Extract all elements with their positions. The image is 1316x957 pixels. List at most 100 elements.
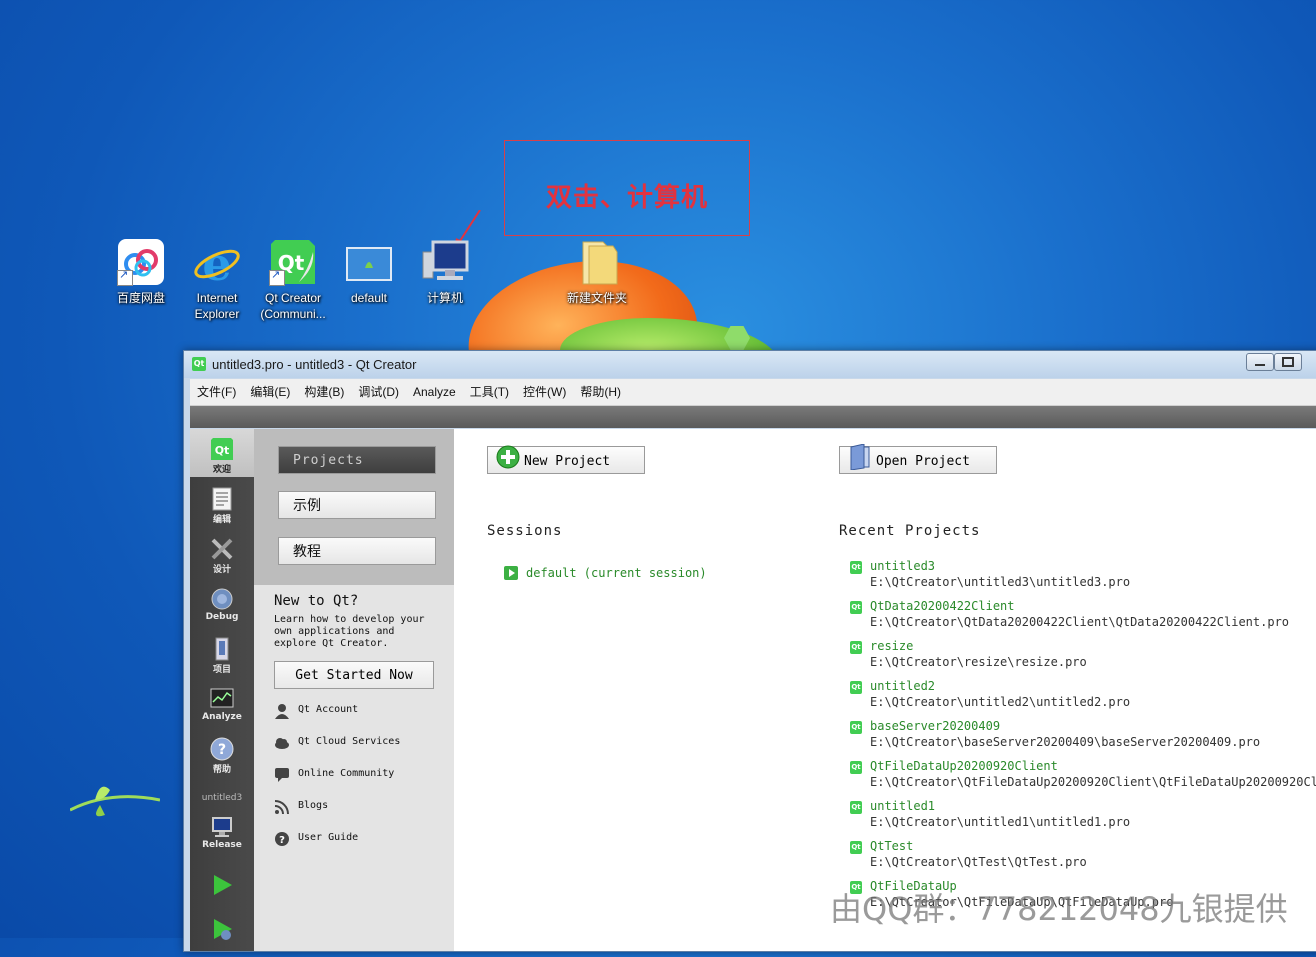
internet-explorer-icon: e xyxy=(193,237,241,291)
recent-project-path: E:\QtCreator\QtData20200422Client\QtData… xyxy=(870,615,1290,629)
tutorials-tab-button[interactable]: 教程 xyxy=(278,537,436,565)
maximize-button[interactable] xyxy=(1274,353,1302,371)
recent-projects-list: Qt untitled3 E:\QtCreator\untitled3\untitl… xyxy=(850,559,1316,919)
recent-project-path: E:\QtCreator\untitled1\untitled1.pro xyxy=(870,815,1131,829)
session-label: default (current session) xyxy=(526,566,707,580)
kit-selector[interactable]: Release xyxy=(190,807,254,855)
svg-text:?: ? xyxy=(279,835,285,846)
recent-project-item[interactable]: Qt resize E:\QtCreator\resize\resize.pro xyxy=(850,639,1316,679)
menu-help[interactable]: 帮助(H) xyxy=(573,379,628,405)
desktop-icon-new-folder[interactable]: 新建文件夹 xyxy=(560,238,634,306)
watermark-text: 由QQ群：778212048九银提供 xyxy=(830,890,1288,928)
debug-run-button[interactable] xyxy=(190,909,254,957)
menu-tools[interactable]: 工具(T) xyxy=(463,379,516,405)
new-to-qt-description: Learn how to develop your own applicatio… xyxy=(274,614,425,649)
image-file-icon xyxy=(345,238,393,286)
recent-project-name: QtFileDataUp20200920Client xyxy=(870,759,1058,773)
menu-debug[interactable]: 调试(D) xyxy=(351,379,406,405)
examples-tab-button[interactable]: 示例 xyxy=(278,491,436,519)
recent-project-item[interactable]: Qt untitled3 E:\QtCreator\untitled3\untitl… xyxy=(850,559,1316,599)
user-icon xyxy=(275,704,289,719)
annotation-text: 双击、计算机 xyxy=(545,183,708,213)
bug-icon xyxy=(210,587,234,611)
desktop-icon-computer[interactable]: 计算机 xyxy=(408,238,482,306)
link-label: Qt Cloud Services xyxy=(298,736,401,747)
recent-project-name: untitled3 xyxy=(870,559,936,573)
run-button[interactable] xyxy=(190,865,254,913)
desktop-icon-label: 百度网盘 xyxy=(116,291,165,305)
projects-tab-button[interactable]: Projects xyxy=(278,446,436,474)
window-title: untitled3.pro - untitled3 - Qt Creator xyxy=(212,357,417,372)
recent-project-name: resize xyxy=(870,639,914,653)
monitor-chart-icon xyxy=(210,687,234,711)
new-to-qt-title: New to Qt? xyxy=(274,593,359,609)
recent-project-name: untitled2 xyxy=(870,679,936,693)
mode-label: 编辑 xyxy=(212,515,231,525)
mode-help[interactable]: ? 帮助 xyxy=(190,729,254,777)
mode-label: 欢迎 xyxy=(212,465,231,475)
svg-text:?: ? xyxy=(218,742,226,758)
desktop-icon-label: 新建文件夹 xyxy=(566,291,627,305)
recent-project-path: E:\QtCreator\resize\resize.pro xyxy=(870,655,1087,669)
cloud-icon xyxy=(275,738,289,749)
desktop-icon-internet-explorer[interactable]: e Internet Explorer xyxy=(180,237,254,322)
menu-edit[interactable]: 编辑(E) xyxy=(243,379,297,405)
mode-projects[interactable]: 项目 xyxy=(190,629,254,677)
qt-project-icon: Qt xyxy=(850,681,862,694)
menu-build[interactable]: 构建(B) xyxy=(297,379,351,405)
recent-project-item[interactable]: Qt untitled1 E:\QtCreator\untitled1\untitl… xyxy=(850,799,1316,839)
recent-project-item[interactable]: Qt QtData20200422Client E:\QtCreator\QtDat… xyxy=(850,599,1316,639)
mode-design[interactable]: 设计 xyxy=(190,529,254,577)
rss-icon xyxy=(274,800,289,815)
open-folder-icon xyxy=(850,444,870,470)
link-label: Online Community xyxy=(298,768,395,779)
mode-label: 设计 xyxy=(212,565,231,575)
desktop-icon-label: default xyxy=(350,291,388,305)
recent-project-path: E:\QtCreator\QtFileDataUp20200920Client\… xyxy=(870,775,1316,789)
desktop-icon-default[interactable]: default xyxy=(332,238,406,306)
menu-analyze[interactable]: Analyze xyxy=(406,379,463,405)
toolbar xyxy=(190,406,1316,428)
sessions-title: Sessions xyxy=(487,523,563,539)
desktop-icon-qt-creator[interactable]: Qt Qt Creator (Communi... xyxy=(256,238,330,322)
run-icon xyxy=(210,873,234,897)
qt-project-icon: Qt xyxy=(850,801,862,814)
mode-label: Analyze xyxy=(202,712,242,722)
mode-welcome[interactable]: Qt 欢迎 xyxy=(190,429,254,477)
new-project-button[interactable]: New Project xyxy=(487,445,645,474)
recent-project-item[interactable]: Qt QtFileDataUp20200920Client E:\QtCreator… xyxy=(850,759,1316,799)
recent-project-item[interactable]: Qt untitled2 E:\QtCreator\untitled2\untitl… xyxy=(850,679,1316,719)
help-icon: ? xyxy=(210,737,234,761)
design-tools-icon xyxy=(210,537,234,561)
side-nav: Projects 示例 教程 xyxy=(254,429,454,585)
qt-creator-window[interactable]: Qt untitled3.pro - untitled3 - Qt Creato… xyxy=(183,350,1316,952)
desktop-icon-label: Qt Creator (Communi... xyxy=(260,291,326,321)
menu-widgets[interactable]: 控件(W) xyxy=(516,379,573,405)
recent-project-name: baseServer20200409 xyxy=(870,719,1001,733)
recent-project-name: QtTest xyxy=(870,839,914,853)
welcome-side-panel: Projects 示例 教程 New to Qt? Learn how to d… xyxy=(254,429,454,951)
mode-debug[interactable]: Debug xyxy=(190,579,254,627)
title-bar[interactable]: Qt untitled3.pro - untitled3 - Qt Creato… xyxy=(184,351,1316,378)
desktop-icon-baidu-netdisk[interactable]: 百度网盘 xyxy=(104,238,178,306)
session-icon xyxy=(504,566,518,580)
qt-logo-icon: Qt xyxy=(192,357,206,371)
mode-analyze[interactable]: Analyze xyxy=(190,679,254,727)
recent-project-name: untitled1 xyxy=(870,799,936,813)
welcome-main: New Project Open Project Sessions defaul… xyxy=(454,429,1316,951)
desktop-icon-label: Internet Explorer xyxy=(194,291,240,321)
link-label: Blogs xyxy=(298,800,329,811)
recent-project-item[interactable]: Qt QtTest E:\QtCreator\QtTest\QtTest.pro xyxy=(850,839,1316,879)
plus-icon xyxy=(496,445,520,469)
mode-bar: Qt 欢迎 编辑 设计 Debug 项目 Analyze ? 帮助 untitl… xyxy=(190,429,254,951)
menu-file[interactable]: 文件(F) xyxy=(190,379,243,405)
recent-project-item[interactable]: Qt baseServer20200409 E:\QtCreator\baseSer… xyxy=(850,719,1316,759)
link-label: Qt Account xyxy=(298,704,359,715)
qt-project-icon: Qt xyxy=(850,561,862,574)
mode-label: Debug xyxy=(205,612,239,622)
mode-edit[interactable]: 编辑 xyxy=(190,479,254,527)
minimize-button[interactable] xyxy=(1246,353,1274,371)
open-project-button[interactable]: Open Project xyxy=(839,444,997,474)
get-started-button[interactable]: Get Started Now xyxy=(274,661,434,689)
qt-project-icon: Qt xyxy=(850,721,862,734)
